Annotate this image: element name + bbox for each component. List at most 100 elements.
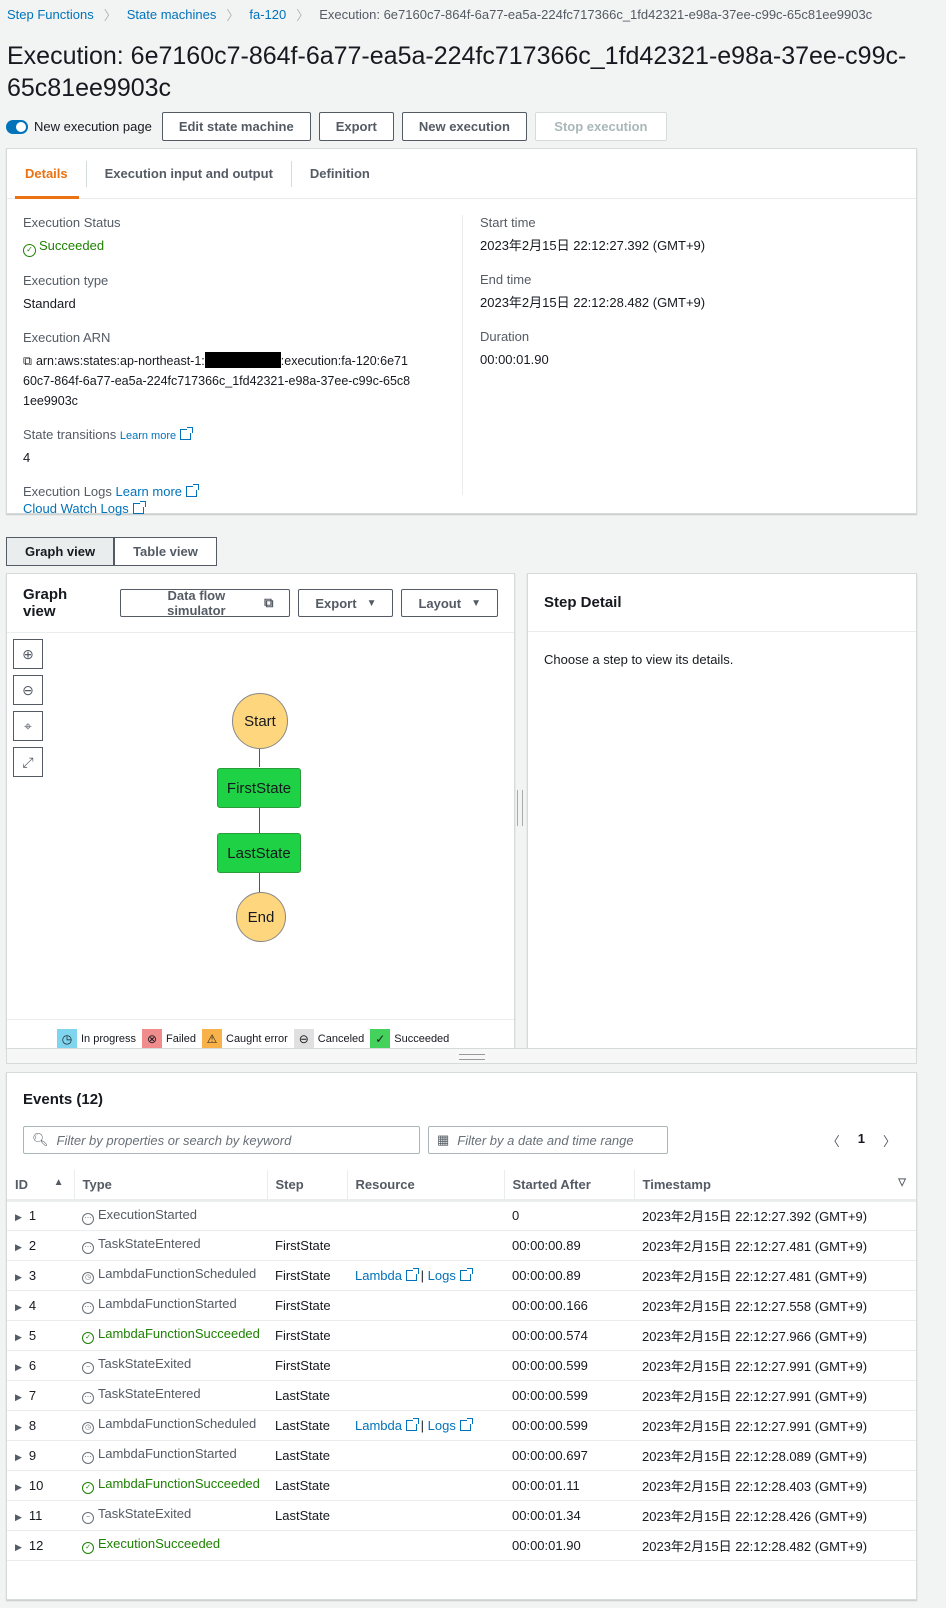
data-flow-simulator-button[interactable]: Data flow simulator ⧉	[119, 588, 291, 618]
logs-learn-more-link[interactable]: Learn more	[116, 484, 200, 499]
table-row[interactable]: 1 ⋯ExecutionStarted 0 2023年2月15日 22:12:2…	[7, 1200, 916, 1231]
row-resource	[347, 1500, 504, 1531]
table-row[interactable]: 7 ⋯TaskStateEntered LastState 00:00:00.5…	[7, 1380, 916, 1411]
tab-bar: Details Execution input and output Defin…	[7, 149, 916, 199]
table-row[interactable]: 8 ◷LambdaFunctionScheduled LastState Lam…	[7, 1410, 916, 1441]
graph-node-firststate[interactable]: FirstState	[217, 768, 301, 808]
toggle-switch[interactable]	[6, 119, 28, 134]
status-badge: ✓ Succeeded	[23, 236, 443, 257]
next-page-icon[interactable]: 〉	[883, 1131, 896, 1150]
col-started-after[interactable]: Started After	[504, 1170, 635, 1202]
row-resource	[347, 1350, 504, 1381]
row-timestamp: 2023年2月15日 22:12:27.991 (GMT+9)	[634, 1380, 916, 1411]
table-row[interactable]: 6 −TaskStateExited FirstState 00:00:00.5…	[7, 1350, 916, 1381]
step-detail-hint: Choose a step to view its details.	[544, 652, 734, 667]
graph-panel: Graph view Data flow simulator ⧉ Export ▼ …	[6, 573, 515, 1049]
row-timestamp: 2023年2月15日 22:12:27.991 (GMT+9)	[634, 1410, 916, 1441]
prev-page-icon[interactable]: 〈	[827, 1131, 840, 1150]
row-started-after: 00:00:00.697	[504, 1440, 634, 1471]
row-id[interactable]: 8	[7, 1410, 74, 1441]
warning-icon: ⚠	[202, 1029, 222, 1049]
logs-link[interactable]: Logs	[428, 1417, 473, 1433]
row-resource	[347, 1200, 504, 1231]
events-table: ID ▲ Type Step Resource Started After Tim…	[7, 1170, 916, 1561]
row-id[interactable]: 6	[7, 1350, 74, 1381]
row-id[interactable]: 5	[7, 1320, 74, 1351]
vertical-resize-handle[interactable]	[517, 790, 523, 826]
tab-definition[interactable]: Definition	[292, 161, 388, 187]
export-button[interactable]: Export	[318, 112, 394, 141]
row-started-after: 00:00:01.90	[504, 1530, 634, 1561]
events-search-input[interactable]: 🔍︎ Filter by properties or search by keyw…	[23, 1126, 420, 1154]
new-execution-page-toggle[interactable]: New execution page	[6, 119, 152, 134]
zoom-in-icon[interactable]: ⊕	[13, 639, 43, 669]
logs-link[interactable]: Logs	[428, 1267, 473, 1283]
graph-export-button[interactable]: Export ▼	[298, 589, 394, 617]
cloudwatch-logs-link[interactable]: Cloud Watch Logs	[23, 501, 146, 516]
breadcrumb-current: Execution: 6e7160c7-864f-6a77-ea5a-224fc…	[319, 7, 873, 22]
tab-execution-input-output[interactable]: Execution input and output	[87, 160, 292, 187]
edit-state-machine-button[interactable]: Edit state machine	[161, 112, 311, 141]
col-resource[interactable]: Resource	[347, 1170, 505, 1202]
transitions-label: State transitions Learn more	[23, 427, 443, 442]
table-view-tab[interactable]: Table view	[114, 537, 217, 566]
tab-details[interactable]: Details	[7, 160, 87, 187]
page-number[interactable]: 1	[858, 1131, 865, 1150]
learn-more-link[interactable]: Learn more	[120, 427, 194, 442]
row-id[interactable]: 2	[7, 1230, 74, 1261]
center-icon[interactable]: ⌖	[13, 711, 43, 741]
pagination: 〈 1 〉	[827, 1131, 896, 1150]
table-row[interactable]: 9 ⋯LambdaFunctionStarted LastState 00:00…	[7, 1440, 916, 1471]
row-id[interactable]: 11	[7, 1500, 74, 1531]
chevron-right-icon: 〉	[296, 8, 310, 23]
row-id[interactable]: 7	[7, 1380, 74, 1411]
external-link-icon	[132, 501, 146, 514]
row-resource	[347, 1440, 504, 1471]
copy-icon[interactable]: ⧉	[23, 354, 32, 368]
row-id[interactable]: 3	[7, 1260, 74, 1291]
table-row[interactable]: 5 ✓LambdaFunctionSucceeded FirstState 00…	[7, 1320, 916, 1351]
row-type: ⋯ LambdaFunctionStarted	[74, 1440, 267, 1471]
table-row[interactable]: 3 ◷LambdaFunctionScheduled FirstState La…	[7, 1260, 916, 1291]
layout-button[interactable]: Layout ▼	[401, 589, 498, 617]
lambda-link[interactable]: Lambda	[355, 1267, 419, 1283]
row-id[interactable]: 4	[7, 1290, 74, 1321]
col-type[interactable]: Type	[74, 1170, 268, 1202]
row-type: ⋯ LambdaFunctionStarted	[74, 1290, 267, 1321]
breadcrumb-step-functions[interactable]: Step Functions	[7, 7, 94, 22]
table-row[interactable]: 10 ✓LambdaFunctionSucceeded LastState 00…	[7, 1470, 916, 1501]
date-range-input[interactable]: ▦ Filter by a date and time range	[428, 1126, 668, 1154]
zoom-out-icon[interactable]: ⊖	[13, 675, 43, 705]
lambda-link[interactable]: Lambda	[355, 1417, 419, 1433]
col-step[interactable]: Step	[267, 1170, 348, 1202]
row-id[interactable]: 12	[7, 1530, 74, 1561]
view-toggle: Graph view Table view	[6, 537, 217, 566]
dots-status-icon: ⋯	[82, 1392, 94, 1404]
table-row[interactable]: 11 −TaskStateExited LastState 00:00:01.3…	[7, 1500, 916, 1531]
stop-execution-button[interactable]: Stop execution	[534, 112, 667, 141]
row-type: − TaskStateExited	[74, 1350, 267, 1381]
col-timestamp[interactable]: Timestamp ▽	[634, 1170, 916, 1202]
row-id[interactable]: 10	[7, 1470, 74, 1501]
table-row[interactable]: 4 ⋯LambdaFunctionStarted FirstState 00:0…	[7, 1290, 916, 1321]
row-step: FirstState	[267, 1230, 347, 1261]
graph-view-tab[interactable]: Graph view	[6, 537, 115, 566]
row-id[interactable]: 9	[7, 1440, 74, 1471]
new-execution-button[interactable]: New execution	[401, 112, 527, 141]
row-id[interactable]: 1	[7, 1200, 74, 1231]
row-step: FirstState	[267, 1290, 347, 1321]
graph-node-end[interactable]: End	[236, 892, 286, 942]
breadcrumb-state-machines[interactable]: State machines	[127, 7, 217, 22]
graph-node-start[interactable]: Start	[232, 693, 288, 749]
horizontal-resize-handle[interactable]	[6, 1048, 917, 1064]
redacted-account-id	[204, 352, 281, 368]
graph-node-laststate[interactable]: LastState	[217, 833, 301, 873]
row-timestamp: 2023年2月15日 22:12:28.426 (GMT+9)	[634, 1500, 916, 1531]
table-row[interactable]: 2 ⋯TaskStateEntered FirstState 00:00:00.…	[7, 1230, 916, 1261]
start-value: 2023年2月15日 22:12:27.392 (GMT+9)	[480, 238, 706, 253]
action-bar: New execution page Edit state machine Ex…	[6, 112, 667, 141]
fit-screen-icon[interactable]: ⤢	[13, 747, 43, 777]
col-id[interactable]: ID ▲	[7, 1170, 75, 1202]
table-row[interactable]: 12 ✓ExecutionSucceeded 00:00:01.90 2023年…	[7, 1530, 916, 1561]
breadcrumb-fa-120[interactable]: fa-120	[249, 7, 286, 22]
